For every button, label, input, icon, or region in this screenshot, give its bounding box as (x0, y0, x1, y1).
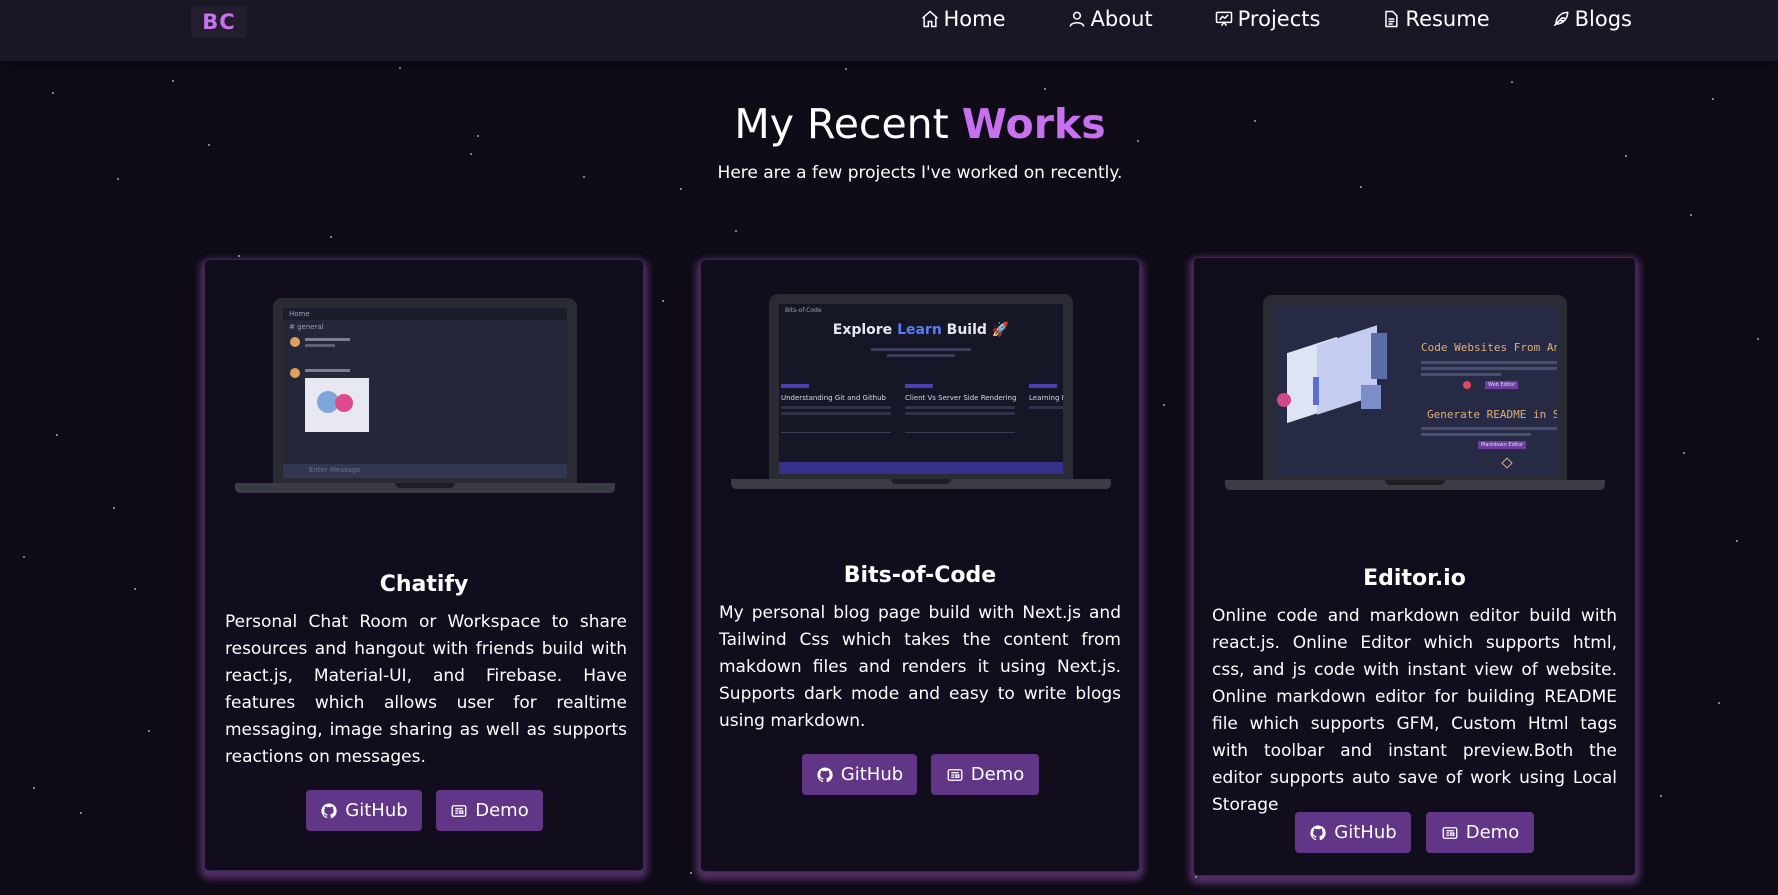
preview-hero-b: Learn (897, 322, 942, 338)
project-title: Editor.io (1363, 566, 1466, 591)
demo-button[interactable]: Demo (436, 790, 543, 831)
demo-button[interactable]: Demo (1426, 812, 1534, 853)
document-icon (1385, 10, 1399, 28)
github-button[interactable]: GitHub (306, 790, 422, 831)
demo-icon (947, 768, 963, 781)
preview-line-1: Code Websites From Any W (1421, 341, 1557, 354)
page-subtitle: Here are a few projects I've worked on r… (717, 163, 1123, 183)
project-card-chatify: Home # general Enter Message Chatify Per… (204, 259, 644, 871)
preview-line-2: Generate README in Seco (1427, 408, 1557, 421)
project-card-editor-io: Code Websites From Any W Web Editor Gene… (1193, 257, 1636, 876)
github-label: GitHub (840, 764, 904, 785)
nav-links: Home About Projects Resume Blogs (920, 3, 1632, 35)
github-label: GitHub (1334, 822, 1397, 843)
preview-btn-2: Markdown Editor (1478, 441, 1527, 449)
nav-item-resume[interactable]: Resume (1381, 3, 1490, 35)
github-icon (817, 766, 833, 782)
preview-header: Home (289, 310, 310, 318)
project-preview-image: Code Websites From Any W Web Editor Gene… (1225, 295, 1605, 500)
page-title: My Recent Works (0, 100, 1778, 148)
nav-item-home[interactable]: Home (920, 3, 1006, 35)
github-icon (1310, 824, 1326, 840)
github-label: GitHub (345, 800, 408, 821)
demo-icon (451, 804, 467, 817)
navbar: BC Home About Projects Resume Blogs (0, 0, 1778, 61)
logo[interactable]: BC (191, 6, 247, 38)
preview-message-input: Enter Message (309, 466, 361, 474)
github-icon (321, 802, 337, 818)
page-title-accent: Works (961, 100, 1106, 148)
project-title: Bits-of-Code (843, 563, 997, 588)
nav-label-home: Home (943, 7, 1006, 31)
projects-icon (1215, 11, 1232, 27)
page-title-text: My Recent (734, 100, 962, 148)
project-card-bits-of-code: Bits-of-Code Explore Learn Build 🚀 Under… (700, 259, 1140, 872)
user-icon (1069, 11, 1084, 27)
project-title: Chatify (379, 572, 469, 597)
demo-icon (1442, 826, 1458, 839)
nav-label-resume: Resume (1405, 7, 1490, 31)
preview-btn-1: Web Editor (1485, 381, 1519, 389)
preview-hero-a: Explore (832, 322, 898, 338)
project-preview-image: Home # general Enter Message (235, 298, 615, 503)
preview-hero: Explore Learn Build 🚀 (779, 322, 1063, 338)
preview-hero-c: Build 🚀 (941, 322, 1010, 338)
demo-label: Demo (970, 764, 1025, 785)
nav-label-blogs: Blogs (1574, 7, 1632, 31)
preview-post: Learning Re (1029, 394, 1063, 402)
project-preview-image: Bits-of-Code Explore Learn Build 🚀 Under… (731, 294, 1111, 499)
preview-post: Understanding Git and Github (781, 394, 886, 402)
preview-brand: Bits-of-Code (785, 307, 822, 314)
demo-button[interactable]: Demo (931, 754, 1039, 795)
demo-label: Demo (1465, 822, 1520, 843)
project-description: Personal Chat Room or Workspace to share… (225, 612, 627, 767)
preview-channel: # general (289, 323, 324, 331)
feather-icon (1553, 11, 1569, 27)
nav-item-projects[interactable]: Projects (1214, 3, 1321, 35)
project-description: Online code and markdown editor build wi… (1212, 606, 1617, 815)
project-description: My personal blog page build with Next.js… (719, 603, 1121, 731)
nav-label-about: About (1090, 7, 1153, 31)
nav-label-projects: Projects (1237, 7, 1321, 31)
nav-item-blogs[interactable]: Blogs (1551, 3, 1632, 35)
preview-post: Client Vs Server Side Rendering (905, 394, 1017, 402)
nav-item-about[interactable]: About (1067, 3, 1153, 35)
demo-label: Demo (475, 800, 529, 821)
github-button[interactable]: GitHub (802, 754, 917, 795)
home-icon (921, 10, 938, 28)
github-button[interactable]: GitHub (1295, 812, 1411, 853)
